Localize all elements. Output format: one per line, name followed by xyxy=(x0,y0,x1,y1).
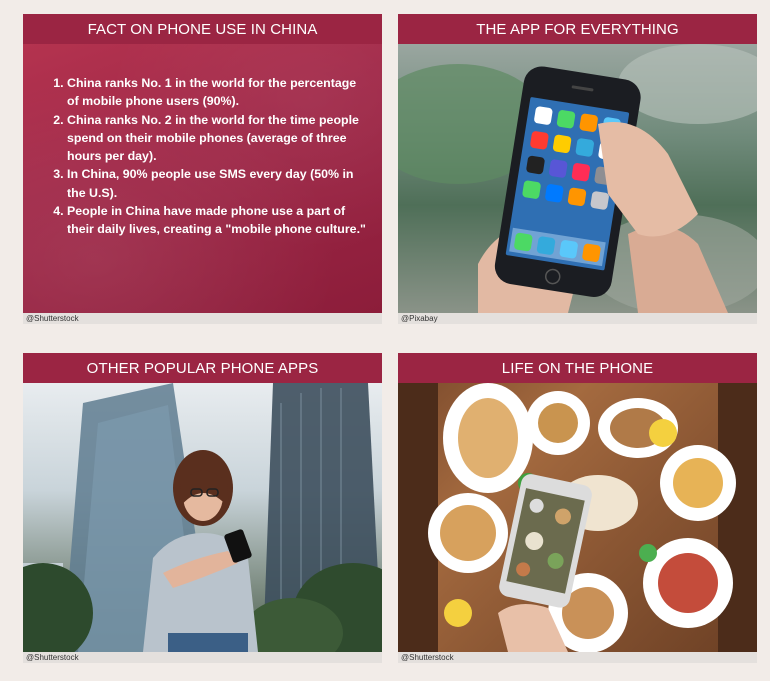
photo-credit: @Shutterstock xyxy=(23,652,382,663)
city-woman-illustration xyxy=(23,383,382,652)
fact-item: In China, 90% people use SMS every day (… xyxy=(67,165,368,202)
card-title: FACT ON PHONE USE IN CHINA xyxy=(23,14,382,44)
apps-card: OTHER POPULAR PHONE APPS @Shutterstock xyxy=(23,353,382,663)
life-card: LIFE ON THE PHONE @Shutterstock xyxy=(398,353,757,663)
card-title: THE APP FOR EVERYTHING xyxy=(398,14,757,44)
hand-holding-smartphone-photo xyxy=(398,44,757,313)
woman-using-phone-city-photo xyxy=(23,383,382,652)
facts-panel: China ranks No. 1 in the world for the p… xyxy=(23,44,382,313)
fact-list: China ranks No. 1 in the world for the p… xyxy=(47,74,368,239)
photo-credit: @Pixabay xyxy=(398,313,757,324)
fact-card: FACT ON PHONE USE IN CHINA China ranks N… xyxy=(23,14,382,324)
smartphone-illustration xyxy=(398,44,757,313)
fact-item: China ranks No. 1 in the world for the p… xyxy=(67,74,368,111)
phone-photographing-food-photo xyxy=(398,383,757,652)
fact-item: People in China have made phone use a pa… xyxy=(67,202,368,239)
card-title: LIFE ON THE PHONE xyxy=(398,353,757,383)
card-title: OTHER POPULAR PHONE APPS xyxy=(23,353,382,383)
fact-item: China ranks No. 2 in the world for the t… xyxy=(67,111,368,166)
food-table-illustration xyxy=(398,383,757,652)
photo-credit: @Shutterstock xyxy=(23,313,382,324)
app-card: THE APP FOR EVERYTHING @Pixabay xyxy=(398,14,757,324)
photo-credit: @Shutterstock xyxy=(398,652,757,663)
